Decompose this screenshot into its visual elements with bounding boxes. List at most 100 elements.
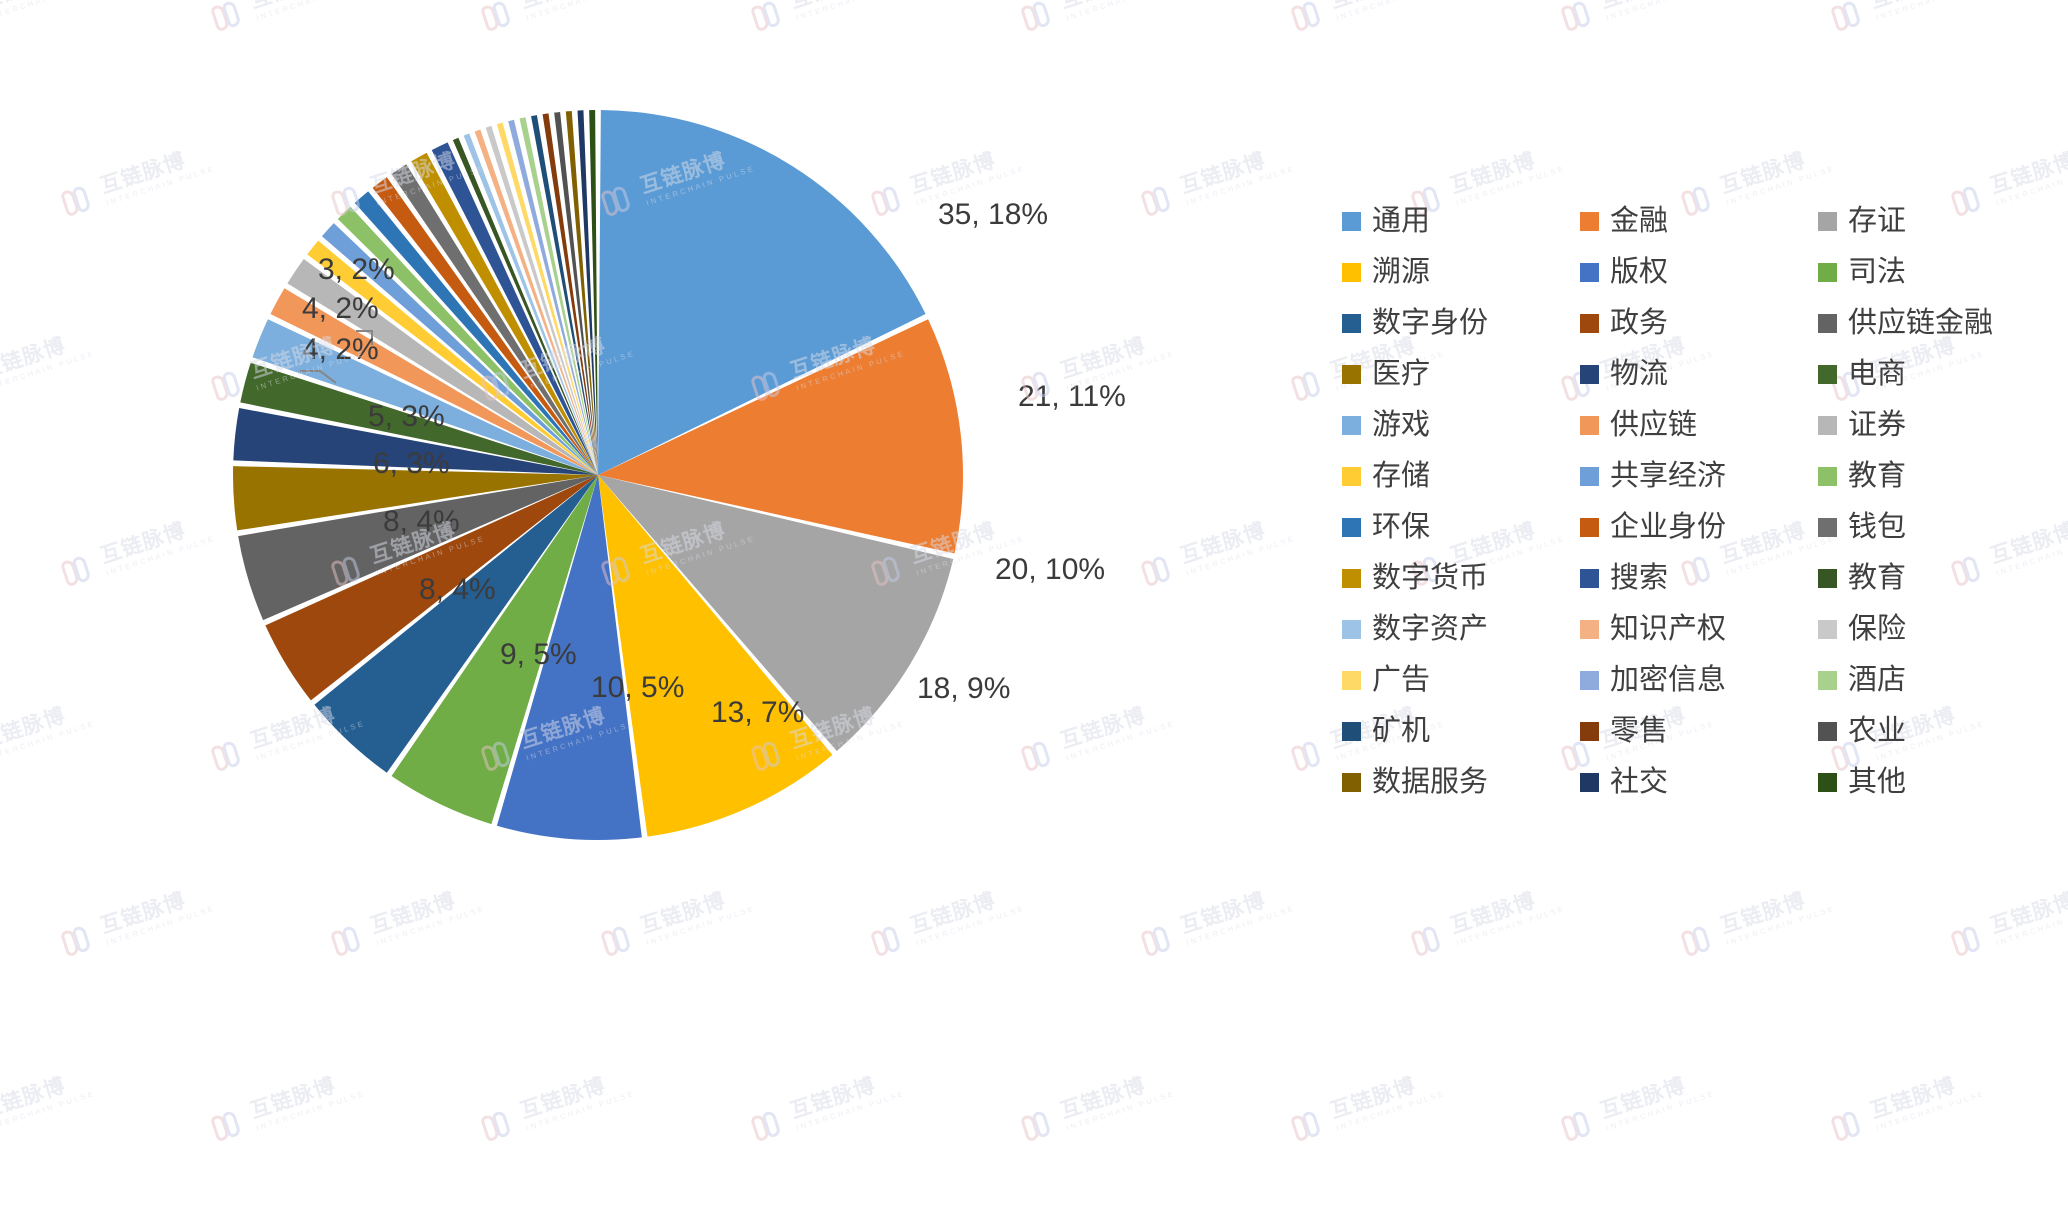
watermark-cn: 互链脉博 [1717, 148, 1809, 198]
legend-item[interactable]: 溯源 [1342, 247, 1580, 298]
legend-item[interactable]: 教育 [1818, 451, 2042, 502]
watermark-logo-icon [1409, 920, 1451, 959]
legend-swatch-icon [1818, 773, 1837, 792]
legend-item[interactable]: 版权 [1580, 247, 1818, 298]
watermark: 互链脉博INTERCHAIN PULSE [1289, 1067, 1446, 1145]
legend-swatch-icon [1818, 365, 1837, 384]
watermark: 互链脉博INTERCHAIN PULSE [1559, 1067, 1716, 1145]
legend-item[interactable]: 酒店 [1818, 655, 2042, 706]
legend-label: 共享经济 [1610, 460, 1727, 492]
watermark-en: INTERCHAIN PULSE [1335, 1088, 1447, 1133]
watermark-logo-icon [1829, 1105, 1871, 1144]
watermark-logo-icon [1829, 0, 1871, 34]
legend-swatch-icon [1580, 671, 1599, 690]
legend-label: 其他 [1848, 766, 1907, 798]
legend-item[interactable]: 数字身份 [1342, 298, 1580, 349]
legend-item[interactable]: 农业 [1818, 706, 2042, 757]
legend-item[interactable]: 供应链 [1580, 400, 1818, 451]
watermark: 互链脉博INTERCHAIN PULSE [1409, 882, 1566, 960]
watermark-cn: 互链脉博 [1868, 0, 1983, 13]
legend-item[interactable]: 医疗 [1342, 349, 1580, 400]
watermark-en: INTERCHAIN PULSE [1335, 0, 1447, 23]
legend-label: 矿机 [1372, 715, 1431, 747]
legend-item[interactable]: 搜索 [1580, 553, 1818, 604]
legend-item[interactable]: 数据服务 [1342, 757, 1580, 808]
legend-item[interactable]: 社交 [1580, 757, 1818, 808]
legend-label: 司法 [1848, 256, 1907, 288]
legend-label: 保险 [1848, 613, 1907, 645]
legend-item[interactable]: 物流 [1580, 349, 1818, 400]
legend-item[interactable]: 证券 [1818, 400, 2042, 451]
legend-item[interactable]: 司法 [1818, 247, 2042, 298]
legend-label: 农业 [1848, 715, 1907, 747]
legend-label: 知识产权 [1610, 613, 1727, 645]
legend-item[interactable]: 保险 [1818, 604, 2042, 655]
watermark-cn: 互链脉博 [1987, 888, 2068, 938]
legend-label: 存储 [1372, 460, 1431, 492]
legend-item[interactable]: 企业身份 [1580, 502, 1818, 553]
legend-swatch-icon [1342, 212, 1361, 231]
watermark-cn: 互链脉博 [1597, 1073, 1689, 1123]
legend-label: 证券 [1848, 409, 1907, 441]
legend-item[interactable]: 教育 [1818, 553, 2042, 604]
legend-item[interactable]: 存储 [1342, 451, 1580, 502]
watermark: 互链脉博INTERCHAIN PULSE [1949, 882, 2068, 960]
pie-data-label: 21, 11% [1018, 380, 1126, 413]
legend-item[interactable]: 游戏 [1342, 400, 1580, 451]
watermark-cn: 互链脉博 [1598, 0, 1713, 13]
legend-label: 版权 [1610, 256, 1669, 288]
legend-label: 钱包 [1848, 511, 1907, 543]
legend-item[interactable]: 数字资产 [1342, 604, 1580, 655]
legend-item[interactable]: 广告 [1342, 655, 1580, 706]
legend-label: 零售 [1610, 715, 1669, 747]
watermark-en: INTERCHAIN PULSE [1605, 0, 1717, 23]
legend-item[interactable]: 零售 [1580, 706, 1818, 757]
legend-item[interactable]: 环保 [1342, 502, 1580, 553]
legend-swatch-icon [1818, 314, 1837, 333]
pie-data-label: 9, 5% [500, 638, 577, 671]
legend-item[interactable]: 共享经济 [1580, 451, 1818, 502]
legend-swatch-icon [1342, 671, 1361, 690]
pie-data-label: 35, 18% [938, 198, 1049, 231]
legend-swatch-icon [1580, 314, 1599, 333]
pie-data-label: 8, 4% [383, 505, 460, 538]
watermark: 互链脉博INTERCHAIN PULSE [1679, 882, 1836, 960]
legend-label: 社交 [1610, 766, 1669, 798]
watermark: 互链脉博INTERCHAIN PULSE [1829, 1067, 1986, 1145]
legend-item[interactable]: 数字货币 [1342, 553, 1580, 604]
legend-item[interactable]: 通用 [1342, 196, 1580, 247]
legend-item[interactable]: 知识产权 [1580, 604, 1818, 655]
watermark-en: INTERCHAIN PULSE [1455, 903, 1567, 948]
legend-item[interactable]: 加密信息 [1580, 655, 1818, 706]
legend-label: 游戏 [1372, 409, 1431, 441]
legend-swatch-icon [1580, 263, 1599, 282]
legend-swatch-icon [1342, 467, 1361, 486]
legend-item[interactable]: 存证 [1818, 196, 2042, 247]
watermark-cn: 互链脉博 [1328, 0, 1443, 13]
legend-item[interactable]: 金融 [1580, 196, 1818, 247]
legend-item[interactable]: 供应链金融 [1818, 298, 2042, 349]
legend-swatch-icon [1580, 620, 1599, 639]
legend-swatch-icon [1818, 722, 1837, 741]
legend-swatch-icon [1342, 314, 1361, 333]
legend-item[interactable]: 政务 [1580, 298, 1818, 349]
legend-item[interactable]: 钱包 [1818, 502, 2042, 553]
legend-label: 环保 [1372, 511, 1431, 543]
watermark-en: INTERCHAIN PULSE [1725, 903, 1837, 948]
pie-chart-page: 35, 18% 21, 11% 20, 10% 18, 9% 13, 7% 10, 5% 9… [0, 0, 2068, 1229]
watermark-cn: 互链脉博 [1867, 1073, 1959, 1123]
legend-item[interactable]: 电商 [1818, 349, 2042, 400]
legend-label: 供应链金融 [1848, 307, 1994, 339]
legend-swatch-icon [1580, 416, 1599, 435]
legend-swatch-icon [1342, 416, 1361, 435]
legend-item[interactable]: 其他 [1818, 757, 2042, 808]
legend-label: 存证 [1848, 205, 1907, 237]
legend-label: 加密信息 [1610, 664, 1727, 696]
legend-swatch-icon [1342, 365, 1361, 384]
watermark: 互链脉博INTERCHAIN PULSE [1829, 0, 1986, 35]
legend-label: 教育 [1848, 562, 1907, 594]
legend-item[interactable]: 矿机 [1342, 706, 1580, 757]
legend-label: 溯源 [1372, 256, 1431, 288]
chart-legend[interactable]: 通用 金融 存证溯源 版权 司法数字身份 政务 供应链金融医疗 物流 电商游戏 供应链 证券存储 共享… [1342, 196, 2042, 808]
watermark-en: INTERCHAIN PULSE [1875, 0, 1987, 23]
